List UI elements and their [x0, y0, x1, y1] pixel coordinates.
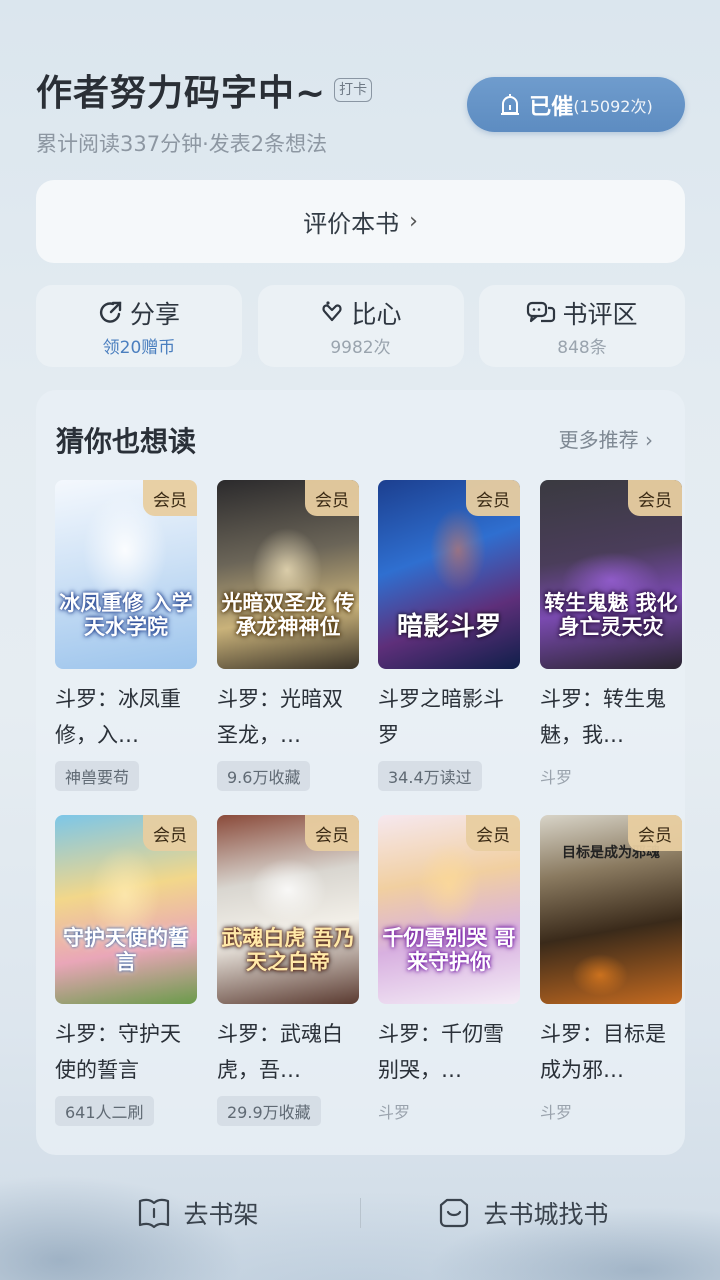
checkin-badge[interactable]: 打卡	[334, 78, 373, 102]
heart-gesture-count: 9982次	[330, 337, 391, 358]
action-row: 分享 领20赠币 比心 9982次 书评区 848条	[36, 285, 685, 367]
vip-badge: 会员	[466, 480, 520, 516]
page-title: 作者努力码字中~ 打卡	[36, 64, 373, 116]
go-bookstore-label: 去书城找书	[483, 1200, 609, 1229]
book-title: 斗罗：冰凤重修，入…	[55, 687, 181, 747]
vip-badge: 会员	[143, 480, 197, 516]
book-title: 斗罗：光暗双圣龙，…	[217, 687, 343, 747]
cover-title: 冰凤重修 入学天水学院	[59, 591, 193, 639]
share-button[interactable]: 分享 领20赠币	[36, 285, 242, 367]
review-count: 848条	[557, 337, 607, 358]
share-reward: 领20赠币	[102, 337, 176, 358]
bookshelf-icon	[139, 1198, 170, 1229]
review-area-button[interactable]: 书评区 848条	[479, 285, 685, 367]
cover-title: 转生鬼魅 我化身亡灵天灾	[544, 591, 678, 639]
book-tag: 641人二刷	[55, 1096, 154, 1126]
alarm-icon	[501, 93, 520, 115]
share-icon	[99, 301, 122, 323]
book-cover[interactable]: 冰凤重修 入学天水学院 会员	[55, 480, 197, 669]
heart-gesture-icon	[322, 300, 343, 321]
book-card[interactable]: 千仞雪别哭 哥来守护你 会员 斗罗：千仞雪别哭，… 斗罗	[378, 815, 520, 1126]
book-title: 斗罗之暗影斗罗	[378, 687, 504, 747]
book-cover[interactable]: 千仞雪别哭 哥来守护你 会员	[378, 815, 520, 1004]
review-area-label: 书评区	[562, 299, 638, 329]
share-label: 分享	[129, 299, 180, 329]
urge-label: 已催	[529, 94, 574, 120]
heart-gesture-label: 比心	[351, 299, 402, 329]
recommendation-title: 猜你也想读	[56, 425, 197, 458]
title-text: 作者努力码字中~	[36, 73, 327, 114]
reading-stats: 累计阅读337分钟·发表2条想法	[36, 132, 328, 156]
book-tag: 神兽要苟	[55, 761, 140, 791]
rate-book-button[interactable]: 评价本书 ›	[36, 180, 685, 263]
vip-badge: 会员	[628, 480, 682, 516]
book-cover[interactable]: 守护天使的誓言 会员	[55, 815, 197, 1004]
book-card[interactable]: 守护天使的誓言 会员 斗罗：守护天使的誓言 641人二刷	[55, 815, 197, 1126]
book-card[interactable]: 暗影斗罗 会员 斗罗之暗影斗罗 34.4万读过	[378, 480, 520, 791]
cover-title: 武魂白虎 吾乃天之白帝	[221, 926, 355, 974]
book-card[interactable]: 武魂白虎 吾乃天之白帝 会员 斗罗：武魂白虎，吾… 29.9万收藏	[217, 815, 359, 1126]
cover-title: 暗影斗罗	[396, 612, 501, 642]
vip-badge: 会员	[466, 815, 520, 851]
book-cover[interactable]: 武魂白虎 吾乃天之白帝 会员	[217, 815, 359, 1004]
cover-title: 千仞雪别哭 哥来守护你	[382, 926, 516, 974]
urge-count: (15092次)	[573, 96, 653, 116]
book-title: 斗罗：守护天使的誓言	[55, 1022, 181, 1082]
book-card[interactable]: 转生鬼魅 我化身亡灵天灾 会员 斗罗：转生鬼魅，我… 斗罗	[540, 480, 682, 791]
chevron-right-icon: ›	[409, 209, 418, 234]
book-cover[interactable]: 暗影斗罗 会员	[378, 480, 520, 669]
bottom-action-bar: 去书架 去书城找书	[36, 1178, 685, 1248]
recommendation-panel: 猜你也想读 更多推荐 › 冰凤重修 入学天水学院 会员 斗罗：冰凤重修，入… 神…	[36, 390, 685, 1155]
book-title: 斗罗：武魂白虎，吾…	[217, 1022, 343, 1082]
book-title: 斗罗：千仞雪别哭，…	[378, 1022, 504, 1082]
book-tag: 29.9万收藏	[217, 1096, 321, 1126]
vip-badge: 会员	[143, 815, 197, 851]
book-tag: 斗罗	[540, 768, 573, 787]
go-bookshelf-button[interactable]: 去书架	[36, 1195, 360, 1231]
book-tag: 34.4万读过	[378, 761, 482, 791]
book-tag: 9.6万收藏	[217, 761, 311, 791]
more-recommendations-link[interactable]: 更多推荐 ›	[559, 424, 653, 453]
go-bookshelf-label: 去书架	[183, 1200, 259, 1229]
cover-title: 光暗双圣龙 传承龙神神位	[221, 591, 355, 639]
book-card[interactable]: 冰凤重修 入学天水学院 会员 斗罗：冰凤重修，入… 神兽要苟	[55, 480, 197, 791]
heart-gesture-button[interactable]: 比心 9982次	[257, 285, 464, 367]
urge-update-button[interactable]: 已催 (15092次)	[467, 77, 685, 132]
vip-badge: 会员	[305, 480, 359, 516]
vip-badge: 会员	[628, 815, 682, 851]
book-title: 斗罗：转生鬼魅，我…	[540, 687, 666, 747]
book-cover[interactable]: 光暗双圣龙 传承龙神神位 会员	[217, 480, 359, 669]
go-bookstore-button[interactable]: 去书城找书	[361, 1195, 685, 1231]
book-title: 斗罗：目标是成为邪…	[540, 1022, 666, 1082]
book-tag: 斗罗	[378, 1103, 411, 1122]
book-cover[interactable]: 目标是成为邪魂 会员	[540, 815, 682, 1004]
book-card[interactable]: 光暗双圣龙 传承龙神神位 会员 斗罗：光暗双圣龙，… 9.6万收藏	[217, 480, 359, 791]
vip-badge: 会员	[305, 815, 359, 851]
cover-title: 守护天使的誓言	[63, 926, 189, 974]
book-tag: 斗罗	[540, 1103, 573, 1122]
book-cover[interactable]: 转生鬼魅 我化身亡灵天灾 会员	[540, 480, 682, 669]
comment-icon	[527, 301, 556, 322]
store-heart-icon	[440, 1198, 469, 1228]
rate-book-label: 评价本书	[303, 210, 400, 238]
book-card[interactable]: 目标是成为邪魂 会员 斗罗：目标是成为邪… 斗罗	[540, 815, 682, 1126]
